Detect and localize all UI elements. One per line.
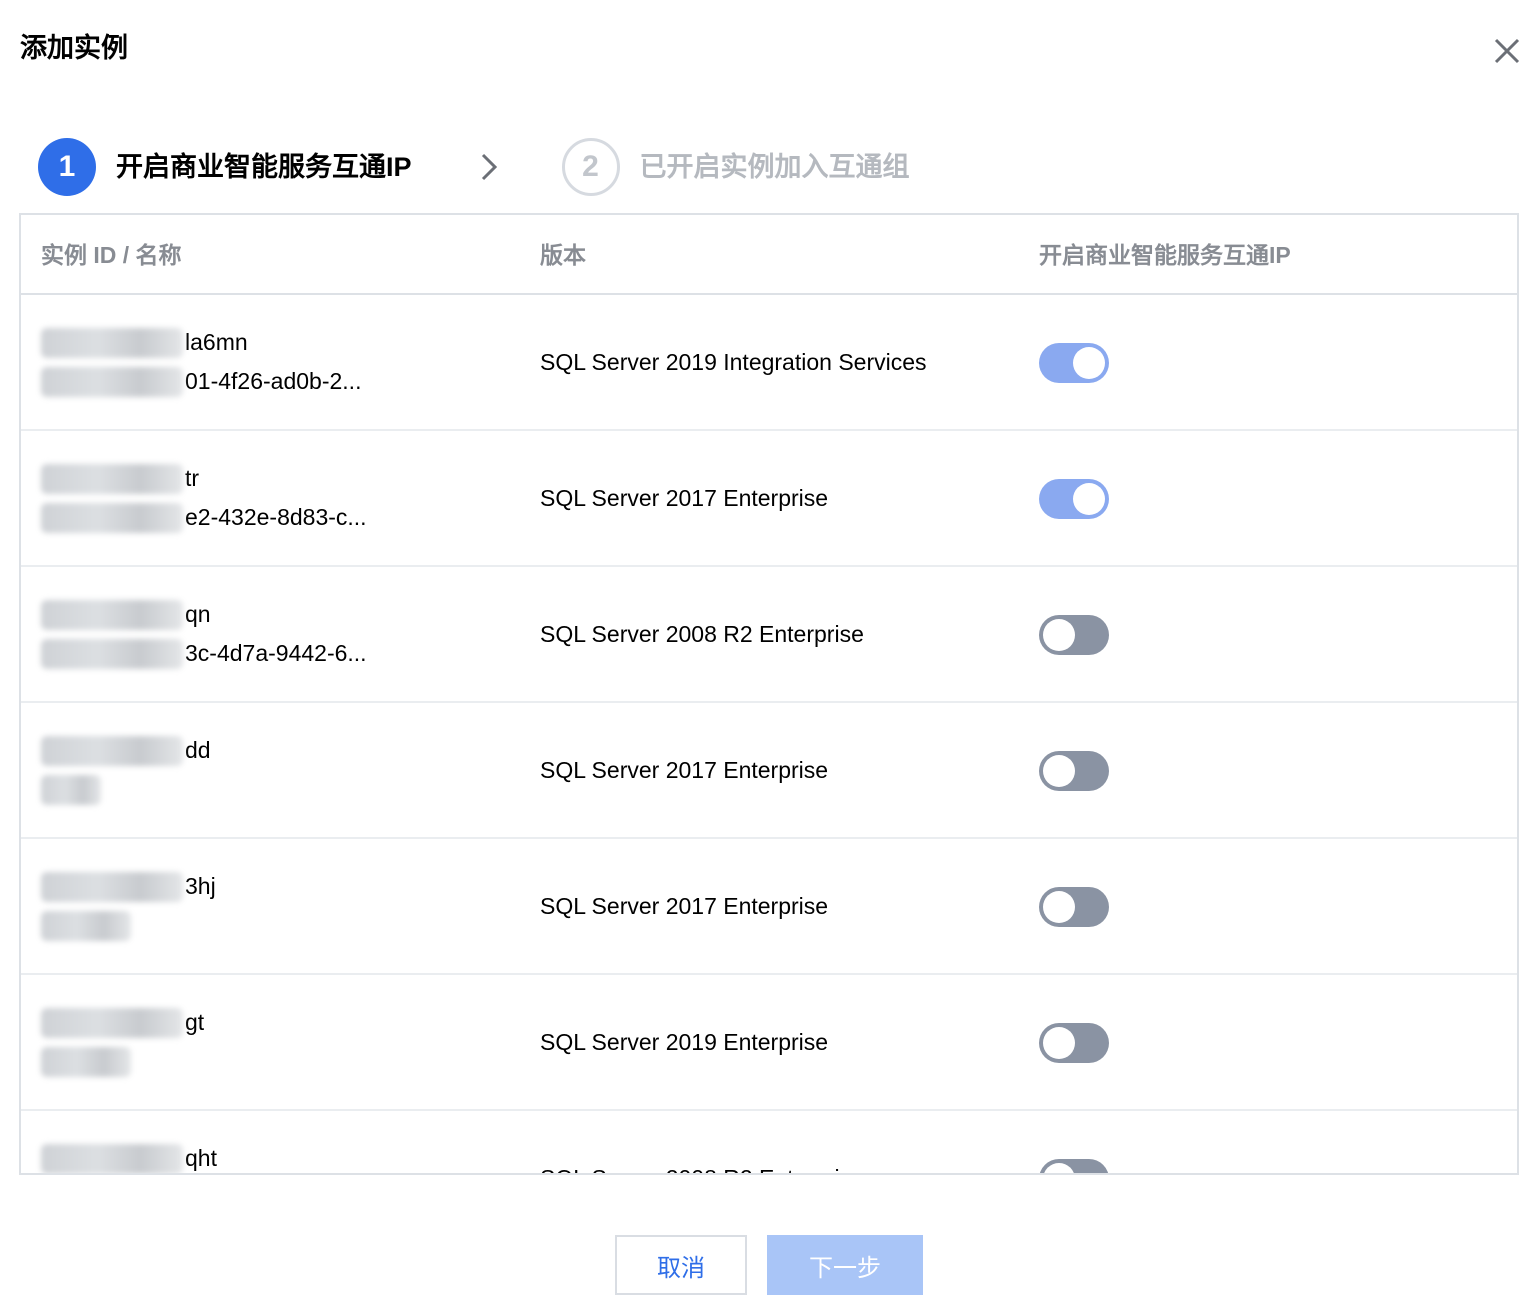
next-button[interactable]: 下一步: [767, 1235, 923, 1295]
table-row: 3hj SQL Server 2017 Enterprise: [21, 839, 1517, 975]
instance-id-line: tr: [41, 459, 441, 498]
instance-id-line: 3hj: [41, 867, 441, 906]
toggle-knob: [1043, 1163, 1075, 1173]
table-row: la6mn 01-4f26-ad0b-2... SQL Server 2019 In…: [21, 295, 1517, 431]
version-cell: SQL Server 2019 Enterprise: [540, 1029, 829, 1055]
step-arrow: [474, 150, 504, 184]
redacted-block: [41, 910, 131, 941]
instance-name-line: [41, 1042, 441, 1081]
redacted-block: [41, 1143, 183, 1173]
close-button[interactable]: [1490, 34, 1524, 68]
instance-id-line: gt: [41, 1003, 441, 1042]
instance-name: 3c-4d7a-9442-6...: [185, 640, 367, 666]
switch-cell: [1039, 887, 1109, 927]
redacted-block: [41, 638, 183, 669]
bi-ip-toggle[interactable]: [1039, 1023, 1109, 1063]
instance-id: qht: [185, 1145, 217, 1171]
table-header: 实例 ID / 名称 版本 开启商业智能服务互通IP: [21, 215, 1517, 295]
toggle-knob: [1073, 483, 1105, 515]
header-instance: 实例 ID / 名称: [41, 242, 182, 268]
instance-id: 3hj: [185, 873, 216, 899]
table-row: gt SQL Server 2019 Enterprise: [21, 975, 1517, 1111]
redacted-block: [41, 735, 183, 766]
table-row: qn 3c-4d7a-9442-6... SQL Server 2008 R2 En…: [21, 567, 1517, 703]
instance-id: tr: [185, 465, 200, 491]
bi-ip-toggle[interactable]: [1039, 751, 1109, 791]
switch-cell: [1039, 751, 1109, 791]
instance-id: la6mn: [185, 329, 248, 355]
switch-cell: [1039, 1159, 1109, 1173]
bi-ip-toggle[interactable]: [1039, 615, 1109, 655]
redacted-block: [41, 327, 183, 358]
instance-id: dd: [185, 737, 211, 763]
table-body: la6mn 01-4f26-ad0b-2... SQL Server 2019 In…: [21, 295, 1517, 1173]
redacted-block: [41, 1046, 131, 1077]
switch-cell: [1039, 343, 1109, 383]
bi-ip-toggle[interactable]: [1039, 1159, 1109, 1173]
instance-cell: qn 3c-4d7a-9442-6...: [41, 595, 441, 673]
instance-name-line: 3c-4d7a-9442-6...: [41, 634, 441, 673]
header-version: 版本: [540, 242, 586, 268]
redacted-block: [41, 502, 183, 533]
step-2-label: 已开启实例加入互通组: [639, 152, 910, 182]
redacted-block: [41, 1007, 183, 1038]
version-cell: SQL Server 2017 Enterprise: [540, 757, 829, 783]
table-row: dd SQL Server 2017 Enterprise: [21, 703, 1517, 839]
instance-table: 实例 ID / 名称 版本 开启商业智能服务互通IP la6mn 01-4f26-…: [19, 213, 1519, 1175]
instance-cell: la6mn 01-4f26-ad0b-2...: [41, 323, 441, 401]
instance-id: qn: [185, 601, 211, 627]
instance-cell: gt: [41, 1003, 441, 1081]
instance-cell: qht: [41, 1139, 441, 1173]
step-1-number: 1: [38, 138, 96, 196]
bi-ip-toggle[interactable]: [1039, 479, 1109, 519]
instance-cell: tr e2-432e-8d83-c...: [41, 459, 441, 537]
dialog-title: 添加实例: [20, 33, 128, 63]
step-2-number: 2: [561, 138, 620, 196]
chevron-right-icon: [481, 153, 497, 181]
redacted-block: [41, 463, 183, 494]
version-cell: SQL Server 2008 R2 Enterprise: [540, 621, 864, 647]
instance-name: e2-432e-8d83-c...: [185, 504, 367, 530]
step-1-label: 开启商业智能服务互通IP: [116, 152, 412, 182]
cancel-button[interactable]: 取消: [615, 1235, 747, 1295]
redacted-block: [41, 366, 183, 397]
step-2: 2 已开启实例加入互通组: [561, 138, 910, 196]
step-1: 1 开启商业智能服务互通IP: [38, 138, 412, 196]
redacted-block: [41, 599, 183, 630]
instance-name-line: 01-4f26-ad0b-2...: [41, 362, 441, 401]
version-cell: SQL Server 2017 Enterprise: [540, 485, 829, 511]
instance-cell: 3hj: [41, 867, 441, 945]
redacted-block: [41, 774, 101, 805]
close-icon: [1494, 38, 1520, 64]
instance-id: gt: [185, 1009, 205, 1035]
toggle-knob: [1043, 619, 1075, 651]
table-row: tr e2-432e-8d83-c... SQL Server 2017 Enter…: [21, 431, 1517, 567]
switch-cell: [1039, 1023, 1109, 1063]
redacted-block: [41, 871, 183, 902]
instance-name-line: [41, 770, 441, 809]
bi-ip-toggle[interactable]: [1039, 343, 1109, 383]
toggle-knob: [1043, 1027, 1075, 1059]
instance-id-line: qht: [41, 1139, 441, 1173]
instance-id-line: la6mn: [41, 323, 441, 362]
version-cell: SQL Server 2008 R2 Enterprise: [540, 1111, 864, 1173]
stepper: 1 开启商业智能服务互通IP 2 已开启实例加入互通组: [38, 138, 910, 196]
table-row: qht SQL Server 2008 R2 Enterprise: [21, 1111, 1517, 1173]
instance-name: 01-4f26-ad0b-2...: [185, 368, 362, 394]
switch-cell: [1039, 479, 1109, 519]
version-cell: SQL Server 2017 Enterprise: [540, 893, 829, 919]
instance-cell: dd: [41, 731, 441, 809]
instance-name-line: [41, 906, 441, 945]
toggle-knob: [1043, 891, 1075, 923]
toggle-knob: [1073, 347, 1105, 379]
bi-ip-toggle[interactable]: [1039, 887, 1109, 927]
switch-cell: [1039, 615, 1109, 655]
instance-name-line: e2-432e-8d83-c...: [41, 498, 441, 537]
toggle-knob: [1043, 755, 1075, 787]
instance-id-line: qn: [41, 595, 441, 634]
header-bi-ip: 开启商业智能服务互通IP: [1039, 242, 1291, 268]
version-cell: SQL Server 2019 Integration Services: [540, 349, 927, 375]
instance-id-line: dd: [41, 731, 441, 770]
